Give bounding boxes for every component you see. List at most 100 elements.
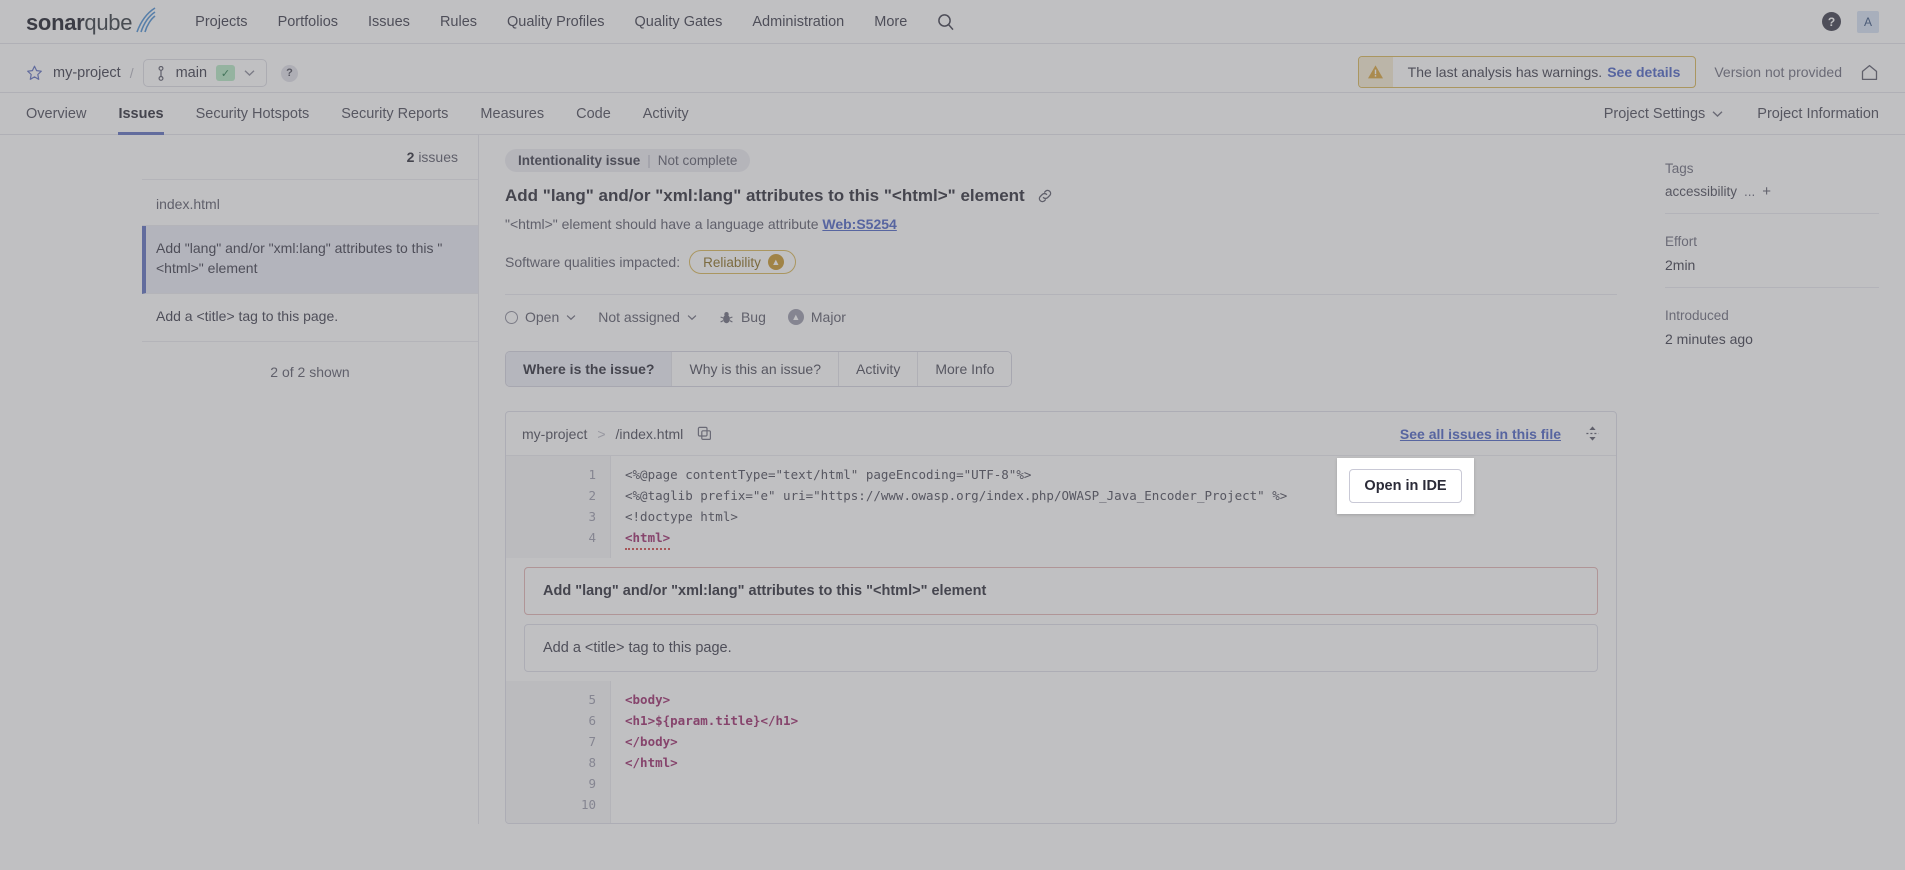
tags-block: Tags accessibility ... + [1665,161,1879,214]
nav-item-projects[interactable]: Projects [195,14,247,30]
list-item-issue-2[interactable]: Add a <title> tag to this page. [142,294,478,342]
tab-where-is-the-issue[interactable]: Where is the issue? [506,352,673,386]
nav-item-administration[interactable]: Administration [752,14,844,30]
tab-issue-activity[interactable]: Activity [838,352,919,386]
issue-status-label: Open [525,309,560,325]
logo-text-bold: sonar [26,10,85,35]
line-number: 9 [588,776,596,791]
tags-more[interactable]: ... [1744,184,1755,199]
avatar[interactable]: A [1857,10,1879,33]
help-icon[interactable]: ? [1822,12,1841,31]
tab-bar-right: Project Settings Project Information [1604,93,1879,135]
nav-item-rules[interactable]: Rules [440,14,477,30]
see-details-link[interactable]: See details [1607,64,1680,80]
code-breadcrumb-project[interactable]: my-project [522,426,587,442]
tab-project-settings[interactable]: Project Settings [1604,93,1724,135]
badge-secondary-text: Not complete [657,153,738,168]
home-icon[interactable] [1860,63,1879,82]
introduced-value: 2 minutes ago [1665,331,1753,347]
introduced-label: Introduced [1665,308,1729,323]
issue-severity-label: Major [810,309,846,325]
issue-title-text: Add "lang" and/or "xml:lang" attributes … [505,186,1025,205]
project-version: Version not provided [1714,64,1842,80]
line-number: 6 [588,713,596,728]
bug-icon [720,311,733,323]
effort-label: Effort [1665,234,1698,249]
favorite-star-icon[interactable] [26,65,43,82]
rule-key-link[interactable]: Web:S5254 [822,216,896,232]
code-line-numbers-before: 1 2 3 4 [506,456,611,558]
quality-gate-status-badge: ✓ [216,65,236,81]
line-number: 2 [588,488,596,503]
tab-security-hotspots[interactable]: Security Hotspots [196,93,310,135]
code-line: </html> [625,755,678,770]
line-number: 5 [588,692,596,707]
tags-label: Tags [1665,161,1694,176]
list-item-issue-1[interactable]: Add "lang" and/or "xml:lang" attributes … [142,226,478,294]
project-header: my-project / main ✓ ? The last analysis … [0,44,1905,93]
see-all-issues-link[interactable]: See all issues in this file [1400,426,1561,442]
severity-up-arrow-icon: ▲ [767,254,784,270]
sonarqube-logo[interactable]: sonarqube [26,7,157,36]
app-root: sonarqube Projects Portfolios Issues Rul… [0,0,1905,870]
code-line: <h1>${param.title}</h1> [625,713,799,728]
open-in-ide-button[interactable]: Open in IDE [1349,469,1462,503]
issues-count: 2 issues [142,135,478,180]
issue-type: Bug [719,309,766,325]
code-viewer-header: my-project > /index.html See all issues … [506,412,1616,456]
code-line: <body> [625,692,671,707]
issue-status-selector[interactable]: Open [505,309,576,325]
nav-item-more[interactable]: More [874,14,907,30]
issue-assignee-selector[interactable]: Not assigned [598,309,697,325]
inline-issue-message-2[interactable]: Add a <title> tag to this page. [524,624,1598,672]
project-tab-bar: Overview Issues Security Hotspots Securi… [0,93,1905,135]
project-settings-label: Project Settings [1603,105,1706,122]
badge-primary-text: Intentionality issue [518,153,641,168]
tag-accessibility[interactable]: accessibility [1665,184,1737,199]
tab-issues[interactable]: Issues [118,93,164,135]
tab-overview[interactable]: Overview [26,93,86,135]
inline-issue-message-1[interactable]: Add "lang" and/or "xml:lang" attributes … [524,567,1598,615]
branch-name: main [175,65,208,81]
expand-collapse-icon[interactable] [1585,425,1600,442]
warning-text-container: The last analysis has warnings. See deta… [1393,57,1696,87]
branch-selector[interactable]: main ✓ [142,59,268,87]
code-lines-after: <body> <h1>${param.title}</h1> </body> <… [611,681,1616,823]
tab-activity[interactable]: Activity [643,93,689,135]
software-qualities-label: Software qualities impacted: [505,254,681,270]
warning-icon-container [1358,57,1393,87]
chevron-down-icon [1712,110,1723,117]
software-quality-badge[interactable]: Reliability ▲ [689,250,796,274]
tab-security-reports[interactable]: Security Reports [341,93,448,135]
tab-why-is-this-an-issue[interactable]: Why is this an issue? [672,352,839,386]
search-button[interactable] [937,13,955,31]
nav-item-issues[interactable]: Issues [368,14,410,30]
add-tag-button[interactable]: + [1762,184,1771,199]
line-number: 4 [588,530,596,545]
copy-icon[interactable] [697,426,712,441]
issue-description: "<html>" element should have a language … [505,216,1625,232]
branch-help-icon[interactable]: ? [281,64,299,82]
nav-item-quality-gates[interactable]: Quality Gates [635,14,723,30]
tab-project-information[interactable]: Project Information [1757,93,1879,135]
global-navigation: sonarqube Projects Portfolios Issues Rul… [0,0,1905,44]
software-qualities-row: Software qualities impacted: Reliability… [505,250,1625,274]
tab-measures[interactable]: Measures [480,93,544,135]
global-nav-right: ? A [1822,10,1879,33]
chevron-down-icon [566,314,576,320]
issues-count-label: issues [418,149,458,165]
chevron-down-icon [244,70,255,76]
logo-swoosh-icon [136,7,156,33]
nav-item-portfolios[interactable]: Portfolios [278,14,338,30]
link-icon[interactable] [1037,188,1053,204]
search-icon [938,13,954,30]
code-viewer-header-right: See all issues in this file [1400,425,1600,442]
project-name-link[interactable]: my-project [53,65,121,81]
tab-more-info[interactable]: More Info [918,352,1012,386]
line-number: 8 [588,755,596,770]
tab-code[interactable]: Code [576,93,611,135]
code-breadcrumb-file[interactable]: /index.html [616,426,684,442]
line-number: 3 [588,509,596,524]
nav-item-quality-profiles[interactable]: Quality Profiles [507,14,605,30]
